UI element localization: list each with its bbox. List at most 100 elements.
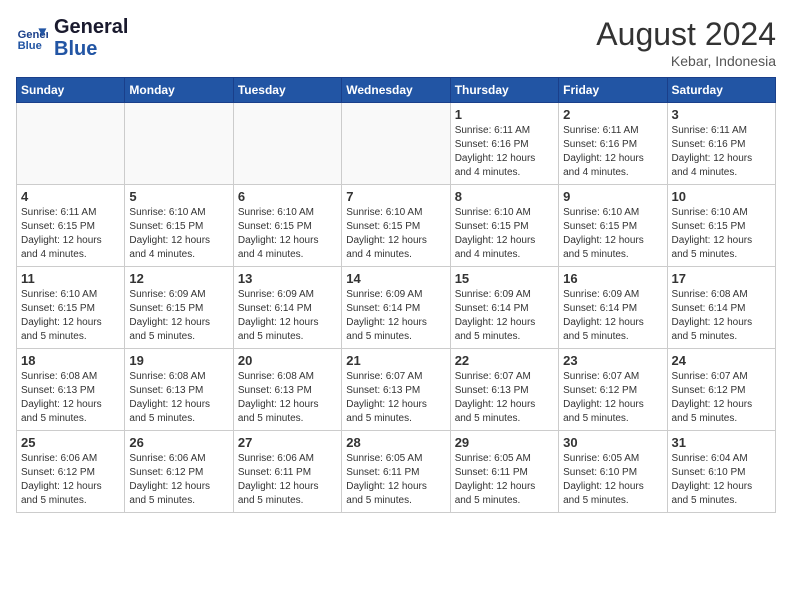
weekday-header-tuesday: Tuesday bbox=[233, 78, 341, 103]
day-info: Sunrise: 6:07 AM Sunset: 6:12 PM Dayligh… bbox=[672, 370, 771, 426]
calendar-week-2: 4 Sunrise: 6:11 AM Sunset: 6:15 PM Daylig… bbox=[17, 185, 776, 267]
calendar-cell: 14 Sunrise: 6:09 AM Sunset: 6:14 PM Dayli… bbox=[342, 267, 450, 349]
calendar-cell bbox=[233, 103, 341, 185]
month-year-title: August 2024 bbox=[596, 16, 776, 53]
day-info: Sunrise: 6:08 AM Sunset: 6:13 PM Dayligh… bbox=[129, 370, 228, 426]
calendar-cell: 9 Sunrise: 6:10 AM Sunset: 6:15 PM Daylig… bbox=[559, 185, 667, 267]
calendar-cell: 10Sunrise: 6:10 AM Sunset: 6:15 PM Dayli… bbox=[667, 185, 775, 267]
day-number: 22 bbox=[455, 353, 554, 368]
day-info: Sunrise: 6:06 AM Sunset: 6:11 PM Dayligh… bbox=[238, 452, 337, 508]
calendar-cell: 30 Sunrise: 6:05 AM Sunset: 6:10 PM Dayli… bbox=[559, 431, 667, 513]
calendar-week-4: 18 Sunrise: 6:08 AM Sunset: 6:13 PM Dayli… bbox=[17, 349, 776, 431]
calendar-cell: 18Sunrise: 6:08 AM Sunset: 6:13 PM Dayli… bbox=[17, 349, 125, 431]
day-info: Sunrise: 6:08 AM Sunset: 6:14 PM Dayligh… bbox=[672, 288, 771, 344]
day-info: Sunrise: 6:06 AM Sunset: 6:12 PM Dayligh… bbox=[129, 452, 228, 508]
calendar-cell: 4 Sunrise: 6:11 AM Sunset: 6:15 PM Daylig… bbox=[17, 185, 125, 267]
day-info: Sunrise: 6:04 AM Sunset: 6:10 PM Dayligh… bbox=[672, 452, 771, 508]
title-block: August 2024 Kebar, Indonesia bbox=[596, 16, 776, 69]
day-number: 24 bbox=[672, 353, 771, 368]
calendar-cell: 29 Sunrise: 6:05 AM Sunset: 6:11 PM Dayli… bbox=[450, 431, 558, 513]
weekday-header-monday: Monday bbox=[125, 78, 233, 103]
day-number: 12 bbox=[129, 271, 228, 286]
weekday-header-sunday: Sunday bbox=[17, 78, 125, 103]
day-info: Sunrise: 6:10 AM Sunset: 6:15 PM Dayligh… bbox=[129, 206, 228, 262]
logo: General Blue General Blue bbox=[16, 16, 128, 60]
day-info: Sunrise: 6:11 AM Sunset: 6:16 PM Dayligh… bbox=[563, 124, 662, 180]
day-number: 10 bbox=[672, 189, 771, 204]
calendar-cell: 21Sunrise: 6:07 AM Sunset: 6:13 PM Dayli… bbox=[342, 349, 450, 431]
day-number: 26 bbox=[129, 435, 228, 450]
day-number: 1 bbox=[455, 107, 554, 122]
calendar-cell: 22 Sunrise: 6:07 AM Sunset: 6:13 PM Dayli… bbox=[450, 349, 558, 431]
day-number: 30 bbox=[563, 435, 662, 450]
day-info: Sunrise: 6:10 AM Sunset: 6:15 PM Dayligh… bbox=[455, 206, 554, 262]
day-info: Sunrise: 6:10 AM Sunset: 6:15 PM Dayligh… bbox=[238, 206, 337, 262]
day-number: 13 bbox=[238, 271, 337, 286]
calendar-cell: 7 Sunrise: 6:10 AM Sunset: 6:15 PM Daylig… bbox=[342, 185, 450, 267]
day-number: 29 bbox=[455, 435, 554, 450]
calendar-cell bbox=[342, 103, 450, 185]
calendar-cell: 12 Sunrise: 6:09 AM Sunset: 6:15 PM Dayli… bbox=[125, 267, 233, 349]
day-number: 5 bbox=[129, 189, 228, 204]
day-number: 15 bbox=[455, 271, 554, 286]
day-info: Sunrise: 6:11 AM Sunset: 6:15 PM Dayligh… bbox=[21, 206, 120, 262]
day-number: 25 bbox=[21, 435, 120, 450]
calendar-cell: 3Sunrise: 6:11 AM Sunset: 6:16 PM Daylig… bbox=[667, 103, 775, 185]
calendar-cell: 27 Sunrise: 6:06 AM Sunset: 6:11 PM Dayli… bbox=[233, 431, 341, 513]
calendar-cell: 19 Sunrise: 6:08 AM Sunset: 6:13 PM Dayli… bbox=[125, 349, 233, 431]
calendar-week-5: 25 Sunrise: 6:06 AM Sunset: 6:12 PM Dayli… bbox=[17, 431, 776, 513]
calendar-cell: 2 Sunrise: 6:11 AM Sunset: 6:16 PM Daylig… bbox=[559, 103, 667, 185]
day-number: 7 bbox=[346, 189, 445, 204]
day-number: 19 bbox=[129, 353, 228, 368]
calendar-cell: 31 Sunrise: 6:04 AM Sunset: 6:10 PM Dayli… bbox=[667, 431, 775, 513]
day-info: Sunrise: 6:10 AM Sunset: 6:15 PM Dayligh… bbox=[346, 206, 445, 262]
day-info: Sunrise: 6:10 AM Sunset: 6:15 PM Dayligh… bbox=[563, 206, 662, 262]
weekday-header-friday: Friday bbox=[559, 78, 667, 103]
calendar-cell: 25Sunrise: 6:06 AM Sunset: 6:12 PM Dayli… bbox=[17, 431, 125, 513]
weekday-header-thursday: Thursday bbox=[450, 78, 558, 103]
calendar-cell: 28Sunrise: 6:05 AM Sunset: 6:11 PM Dayli… bbox=[342, 431, 450, 513]
day-info: Sunrise: 6:09 AM Sunset: 6:14 PM Dayligh… bbox=[346, 288, 445, 344]
calendar-table: SundayMondayTuesdayWednesdayThursdayFrid… bbox=[16, 77, 776, 513]
day-info: Sunrise: 6:05 AM Sunset: 6:11 PM Dayligh… bbox=[455, 452, 554, 508]
day-number: 20 bbox=[238, 353, 337, 368]
day-number: 14 bbox=[346, 271, 445, 286]
calendar-cell: 8 Sunrise: 6:10 AM Sunset: 6:15 PM Daylig… bbox=[450, 185, 558, 267]
weekday-header-wednesday: Wednesday bbox=[342, 78, 450, 103]
calendar-week-3: 11 Sunrise: 6:10 AM Sunset: 6:15 PM Dayli… bbox=[17, 267, 776, 349]
day-info: Sunrise: 6:07 AM Sunset: 6:12 PM Dayligh… bbox=[563, 370, 662, 426]
day-info: Sunrise: 6:05 AM Sunset: 6:10 PM Dayligh… bbox=[563, 452, 662, 508]
calendar-cell: 26 Sunrise: 6:06 AM Sunset: 6:12 PM Dayli… bbox=[125, 431, 233, 513]
calendar-cell: 11 Sunrise: 6:10 AM Sunset: 6:15 PM Dayli… bbox=[17, 267, 125, 349]
day-number: 17 bbox=[672, 271, 771, 286]
day-number: 2 bbox=[563, 107, 662, 122]
calendar-cell: 20 Sunrise: 6:08 AM Sunset: 6:13 PM Dayli… bbox=[233, 349, 341, 431]
day-info: Sunrise: 6:08 AM Sunset: 6:13 PM Dayligh… bbox=[238, 370, 337, 426]
day-number: 27 bbox=[238, 435, 337, 450]
day-number: 8 bbox=[455, 189, 554, 204]
calendar-cell: 15 Sunrise: 6:09 AM Sunset: 6:14 PM Dayli… bbox=[450, 267, 558, 349]
day-number: 31 bbox=[672, 435, 771, 450]
calendar-cell bbox=[125, 103, 233, 185]
day-number: 3 bbox=[672, 107, 771, 122]
day-info: Sunrise: 6:11 AM Sunset: 6:16 PM Dayligh… bbox=[455, 124, 554, 180]
day-info: Sunrise: 6:05 AM Sunset: 6:11 PM Dayligh… bbox=[346, 452, 445, 508]
day-number: 9 bbox=[563, 189, 662, 204]
calendar-cell: 1 Sunrise: 6:11 AM Sunset: 6:16 PM Daylig… bbox=[450, 103, 558, 185]
day-info: Sunrise: 6:09 AM Sunset: 6:14 PM Dayligh… bbox=[563, 288, 662, 344]
day-number: 16 bbox=[563, 271, 662, 286]
day-info: Sunrise: 6:09 AM Sunset: 6:14 PM Dayligh… bbox=[238, 288, 337, 344]
day-info: Sunrise: 6:10 AM Sunset: 6:15 PM Dayligh… bbox=[21, 288, 120, 344]
day-info: Sunrise: 6:07 AM Sunset: 6:13 PM Dayligh… bbox=[346, 370, 445, 426]
day-info: Sunrise: 6:07 AM Sunset: 6:13 PM Dayligh… bbox=[455, 370, 554, 426]
calendar-cell: 23 Sunrise: 6:07 AM Sunset: 6:12 PM Dayli… bbox=[559, 349, 667, 431]
calendar-cell: 6Sunrise: 6:10 AM Sunset: 6:15 PM Daylig… bbox=[233, 185, 341, 267]
day-number: 11 bbox=[21, 271, 120, 286]
day-number: 18 bbox=[21, 353, 120, 368]
calendar-cell: 17 Sunrise: 6:08 AM Sunset: 6:14 PM Dayli… bbox=[667, 267, 775, 349]
day-number: 4 bbox=[21, 189, 120, 204]
day-info: Sunrise: 6:09 AM Sunset: 6:14 PM Dayligh… bbox=[455, 288, 554, 344]
day-number: 23 bbox=[563, 353, 662, 368]
day-info: Sunrise: 6:09 AM Sunset: 6:15 PM Dayligh… bbox=[129, 288, 228, 344]
calendar-header-row: SundayMondayTuesdayWednesdayThursdayFrid… bbox=[17, 78, 776, 103]
